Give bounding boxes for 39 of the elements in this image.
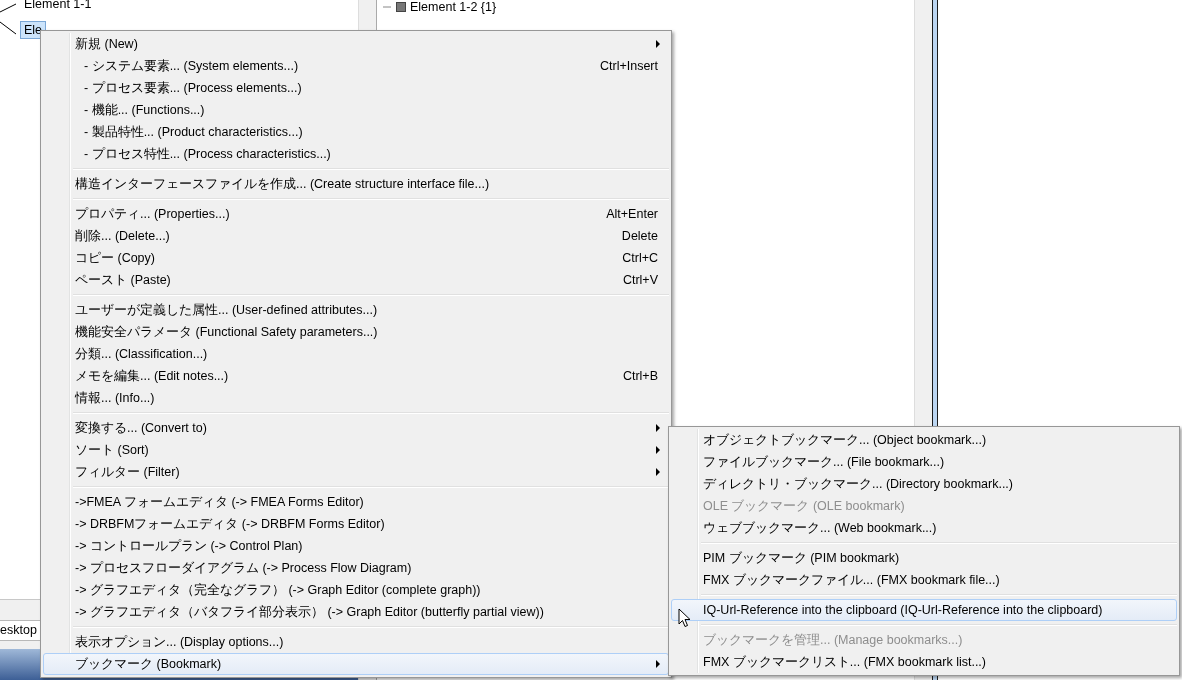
menu-item[interactable]: 変換する... (Convert to) xyxy=(43,417,669,439)
menu-item[interactable]: ペースト (Paste) Ctrl+V xyxy=(43,269,669,291)
menu-item[interactable]: ソート (Sort) xyxy=(43,439,669,461)
menu-item[interactable]: -> グラフエディタ（完全なグラフ） (-> Graph Editor (complete graph)) xyxy=(43,579,669,601)
menu-item[interactable]: PIM ブックマーク (PIM bookmark) xyxy=(671,547,1177,569)
square-icon xyxy=(396,2,406,12)
menu-item[interactable]: - 製品特性... (Product characteristics...) xyxy=(43,121,669,143)
menu-item[interactable]: FMX ブックマークリスト... (FMX bookmark list...) xyxy=(671,651,1177,673)
menu-item[interactable]: -> プロセスフローダイアグラム (-> Process Flow Diagram) xyxy=(43,557,669,579)
menu-item[interactable]: 機能安全パラメータ (Functional Safety parameters...) xyxy=(43,321,669,343)
tab[interactable]: esktop xyxy=(0,620,42,641)
menu-item[interactable]: ディレクトリ・ブックマーク... (Directory bookmark...) xyxy=(671,473,1177,495)
menu-item[interactable]: 分類... (Classification...) xyxy=(43,343,669,365)
tree-item[interactable]: Element 1-2 {1} xyxy=(410,0,497,14)
menu-item[interactable]: ユーザーが定義した属性... (User-defined attributes...) xyxy=(43,299,669,321)
menu-item[interactable]: オブジェクトブックマーク... (Object bookmark...) xyxy=(671,429,1177,451)
menu-item[interactable]: ファイルブックマーク... (File bookmark...) xyxy=(671,451,1177,473)
menu-item[interactable]: - システム要素... (System elements...) Ctrl+Insert xyxy=(43,55,669,77)
menu-item[interactable]: - プロセス要素... (Process elements...) xyxy=(43,77,669,99)
menu-item[interactable]: FMX ブックマークファイル... (FMX bookmark file...) xyxy=(671,569,1177,591)
menu-item[interactable]: IQ-Url-Reference into the clipboard (IQ-Url-Reference into the clipboard) xyxy=(671,599,1177,621)
menu-item[interactable]: - 機能... (Functions...) xyxy=(43,99,669,121)
menu-item[interactable]: ->FMEA フォームエディタ (-> FMEA Forms Editor) xyxy=(43,491,669,513)
menu-item[interactable]: -> コントロールプラン (-> Control Plan) xyxy=(43,535,669,557)
menu-item[interactable]: -> グラフエディタ（バタフライ部分表示） (-> Graph Editor (butterfly partial view)) xyxy=(43,601,669,623)
menu-item[interactable]: ブックマーク (Bookmark) xyxy=(43,653,669,675)
menu-item[interactable]: -> DRBFMフォームエディタ (-> DRBFM Forms Editor) xyxy=(43,513,669,535)
tree-item[interactable]: Ele xyxy=(20,21,47,39)
menu-item[interactable]: プロパティ... (Properties...) Alt+Enter xyxy=(43,203,669,225)
cursor-icon xyxy=(678,608,691,628)
menu-item[interactable]: 構造インターフェースファイルを作成... (Create structure interface file...) xyxy=(43,173,669,195)
menu-item[interactable]: 情報... (Info...) xyxy=(43,387,669,409)
menu-item[interactable]: コピー (Copy) Ctrl+C xyxy=(43,247,669,269)
menu-item[interactable]: 削除... (Delete...) Delete xyxy=(43,225,669,247)
menu-item[interactable]: フィルター (Filter) xyxy=(43,461,669,483)
menu-item[interactable]: メモを編集... (Edit notes...) Ctrl+B xyxy=(43,365,669,387)
menu-item[interactable]: - プロセス特性... (Process characteristics...) xyxy=(43,143,669,165)
menu-item[interactable]: ウェブブックマーク... (Web bookmark...) xyxy=(671,517,1177,539)
menu-item[interactable]: 表示オプション... (Display options...) xyxy=(43,631,669,653)
